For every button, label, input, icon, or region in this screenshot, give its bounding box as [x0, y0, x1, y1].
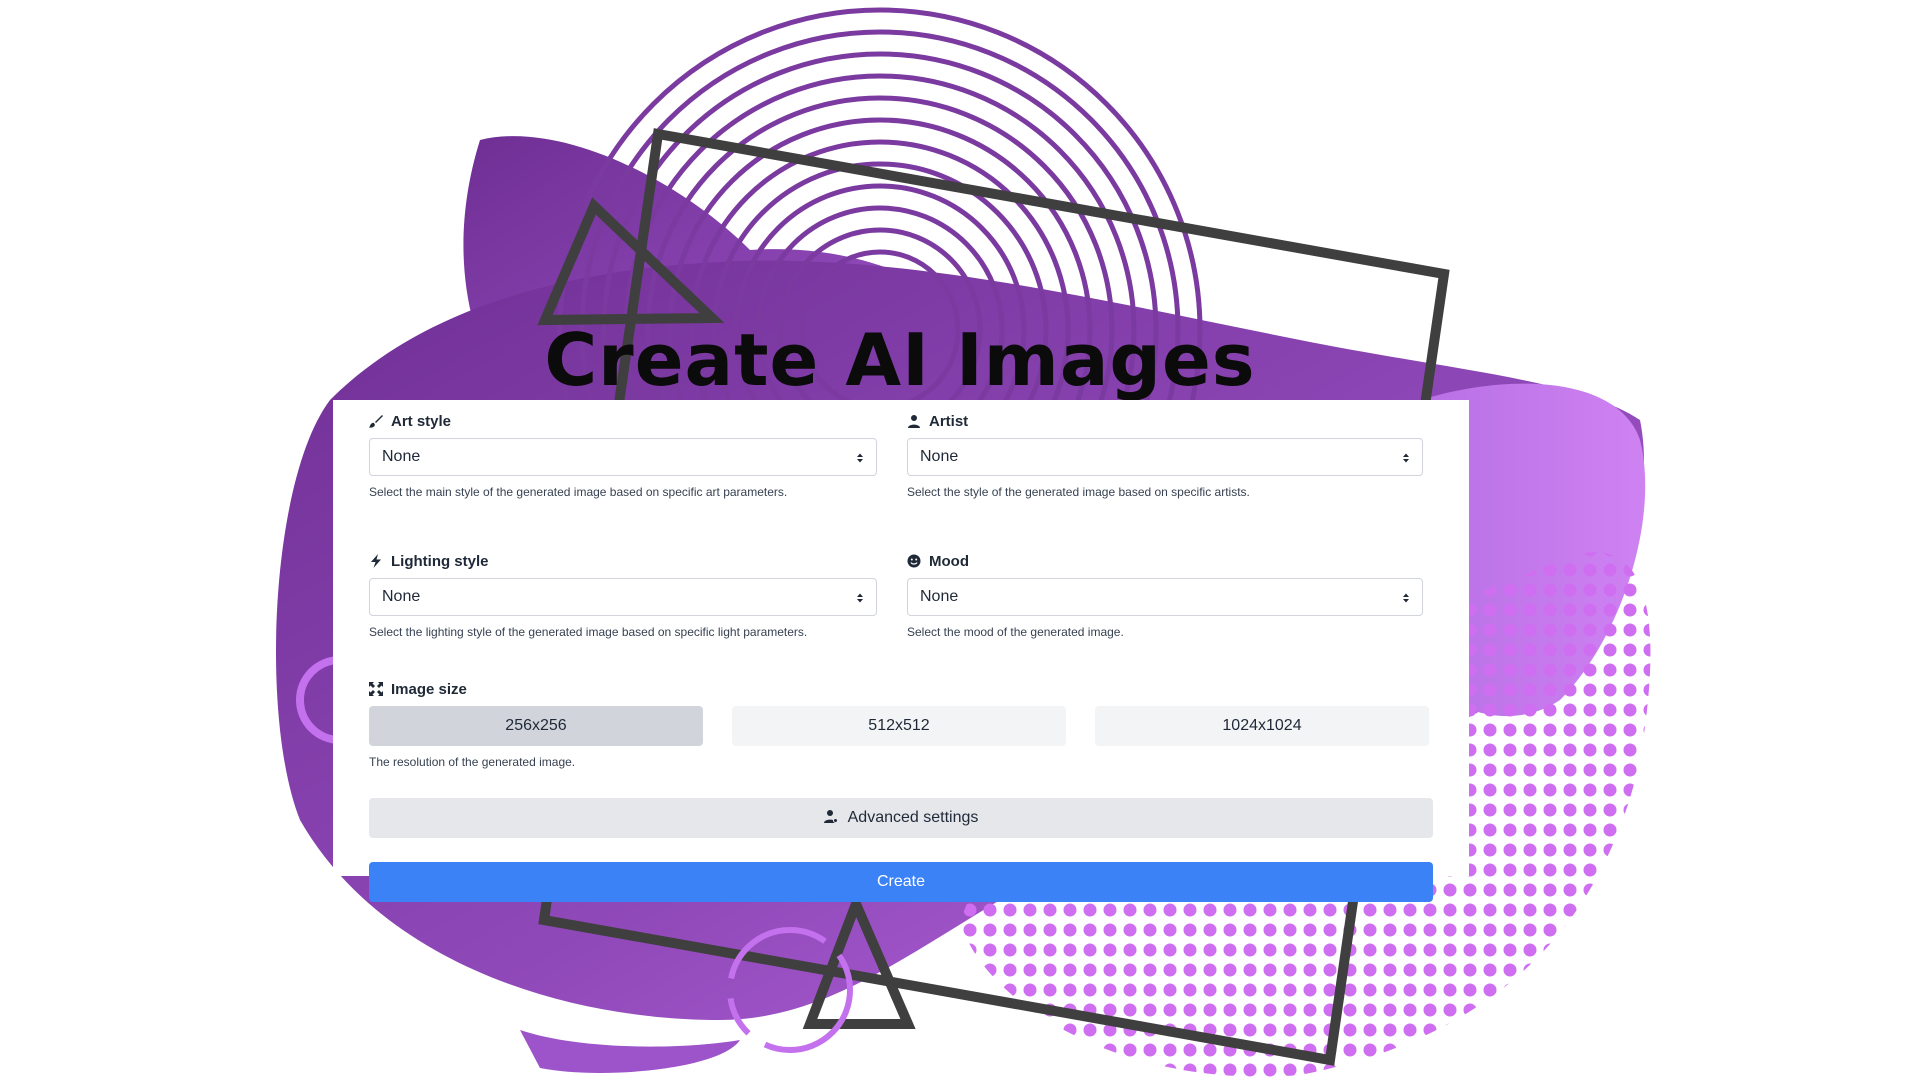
art-style-help: Select the main style of the generated i… [369, 485, 788, 499]
art-style-value: None [382, 448, 421, 465]
artist-value: None [920, 448, 959, 465]
mood-label-text: Mood [929, 552, 969, 570]
lighting-style-label-text: Lighting style [391, 552, 489, 570]
paintbrush-icon [369, 414, 383, 428]
image-size-label-text: Image size [391, 680, 467, 698]
art-style-label: Art style [369, 410, 877, 432]
style-selectors-row-1: Art style None Select the main style of … [369, 400, 1433, 500]
artist-label: Artist [907, 410, 1423, 432]
mood-select[interactable]: None [907, 578, 1423, 616]
mood-help: Select the mood of the generated image. [907, 625, 1124, 639]
advanced-settings-button[interactable]: Advanced settings [369, 798, 1433, 838]
select-caret-icon [856, 591, 864, 603]
style-selectors-row-2: Lighting style None Select the lighting … [369, 540, 1433, 640]
artist-help: Select the style of the generated image … [907, 485, 1250, 499]
artist-select[interactable]: None [907, 438, 1423, 476]
image-size-help: The resolution of the generated image. [369, 755, 576, 769]
expand-icon [369, 682, 383, 696]
image-size-label: Image size [369, 678, 1433, 700]
lighting-style-value: None [382, 588, 421, 605]
lightning-bolt-icon [369, 554, 383, 568]
art-style-select[interactable]: None [369, 438, 877, 476]
app-page: Create AI Images Art style None Select t… [0, 0, 1920, 1080]
lighting-style-select[interactable]: None [369, 578, 877, 616]
user-icon [907, 414, 921, 428]
artist-field: Artist None Select the style of the gene… [907, 410, 1423, 500]
page-title: Create AI Images [544, 318, 1256, 402]
art-style-field: Art style None Select the main style of … [369, 410, 877, 500]
lighting-style-help: Select the lighting style of the generat… [369, 625, 808, 639]
mood-value: None [920, 588, 959, 605]
image-size-options: 256x256 512x512 1024x1024 [369, 706, 1433, 746]
size-option-1024[interactable]: 1024x1024 [1095, 706, 1429, 746]
artist-label-text: Artist [929, 412, 969, 430]
smiley-icon [907, 554, 921, 568]
mood-label: Mood [907, 550, 1423, 572]
size-option-512[interactable]: 512x512 [732, 706, 1066, 746]
create-button[interactable]: Create [369, 862, 1433, 902]
select-caret-icon [856, 451, 864, 463]
art-style-label-text: Art style [391, 412, 452, 430]
mood-field: Mood None Select the mood of the generat… [907, 550, 1423, 640]
advanced-settings-label: Advanced settings [847, 809, 979, 826]
select-caret-icon [1402, 451, 1410, 463]
lighting-style-label: Lighting style [369, 550, 877, 572]
lighting-style-field: Lighting style None Select the lighting … [369, 550, 877, 640]
size-option-256[interactable]: 256x256 [369, 706, 703, 746]
image-creation-form: Art style None Select the main style of … [333, 400, 1469, 902]
image-size-section: Image size 256x256 512x512 1024x1024 The… [369, 678, 1433, 770]
user-gear-icon [823, 809, 838, 828]
select-caret-icon [1402, 591, 1410, 603]
